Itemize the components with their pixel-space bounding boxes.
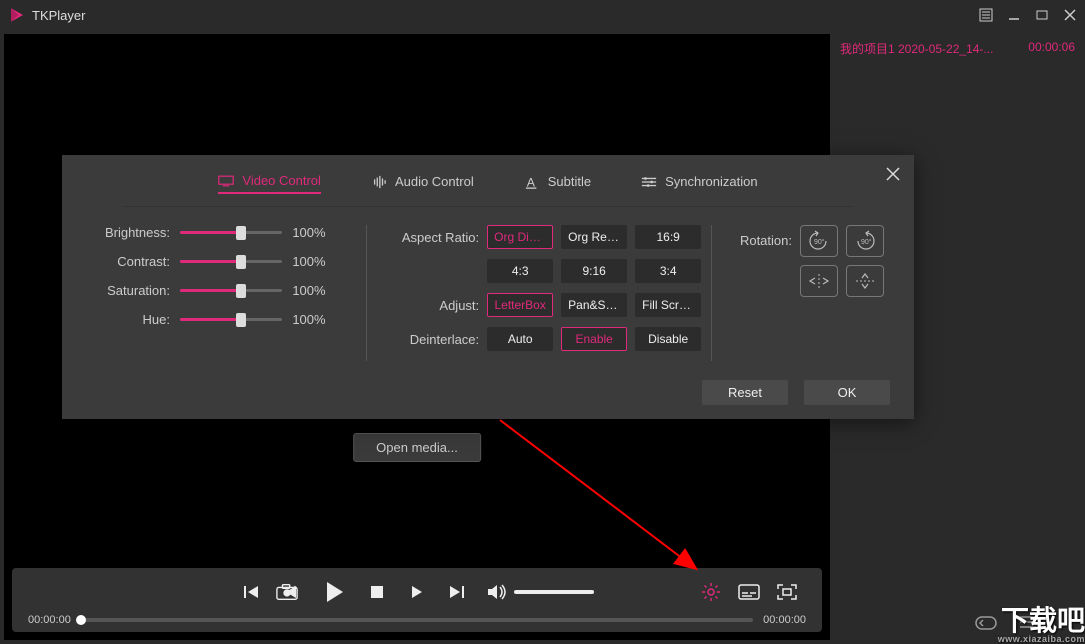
tab-synchronization[interactable]: Synchronization xyxy=(641,169,758,194)
playlist-item[interactable]: 我的项目1 2020-05-22_14-... 00:00:06 xyxy=(830,34,1085,63)
deinterlace-auto[interactable]: Auto xyxy=(487,327,553,351)
aspect-4-3[interactable]: 4:3 xyxy=(487,259,553,283)
aspect-9-16[interactable]: 9:16 xyxy=(561,259,627,283)
fullscreen-button[interactable] xyxy=(776,581,798,603)
watermark: 下载吧 www.xiazaiba.com xyxy=(998,607,1085,644)
adjust-panscan[interactable]: Pan&Scan xyxy=(561,293,627,317)
sliders-column: Brightness: 100% Contrast: 100% Saturati… xyxy=(92,225,356,361)
saturation-slider[interactable]: Saturation: 100% xyxy=(92,283,336,298)
subtitle-a-icon: A xyxy=(524,175,540,189)
app-logo: TKPlayer xyxy=(8,6,85,24)
monitor-icon xyxy=(218,174,234,188)
loop-mode-button[interactable] xyxy=(973,614,999,634)
svg-text:90°: 90° xyxy=(861,238,872,246)
rotate-ccw-button[interactable]: 90° xyxy=(800,225,838,257)
tab-video-control[interactable]: Video Control xyxy=(218,169,321,194)
contrast-slider[interactable]: Contrast: 100% xyxy=(92,254,336,269)
progress-bar[interactable] xyxy=(81,618,753,622)
deinterlace-label: Deinterlace: xyxy=(387,332,479,347)
reset-button[interactable]: Reset xyxy=(702,380,788,405)
dialog-close-button[interactable] xyxy=(886,167,900,186)
svg-text:90°: 90° xyxy=(814,238,825,246)
aspect-16-9[interactable]: 16:9 xyxy=(635,225,701,249)
playlist-item-name: 我的项目1 2020-05-22_14-... xyxy=(840,40,993,57)
controls-bar: 00:00:00 00:00:00 xyxy=(12,568,822,632)
adjust-fillscreen[interactable]: Fill Screen xyxy=(635,293,701,317)
adjust-letterbox[interactable]: LetterBox xyxy=(487,293,553,317)
open-media-button[interactable]: Open media... xyxy=(353,433,481,462)
rotation-column: Rotation: 90° 90° xyxy=(722,225,884,361)
tab-audio-control[interactable]: Audio Control xyxy=(371,169,474,194)
app-logo-icon xyxy=(8,6,26,24)
total-time: 00:00:00 xyxy=(763,614,806,626)
titlebar: TKPlayer xyxy=(0,0,1085,30)
volume-button[interactable] xyxy=(486,581,508,603)
flip-vertical-button[interactable] xyxy=(846,265,884,297)
hue-slider[interactable]: Hue: 100% xyxy=(92,312,336,327)
aspect-org-display[interactable]: Org Display xyxy=(487,225,553,249)
options-column: Aspect Ratio: Org Display Org Res... 16:… xyxy=(377,225,701,361)
video-control-dialog: Video Control Audio Control A Subtitle S… xyxy=(62,155,914,419)
subtitle-button[interactable] xyxy=(738,581,760,603)
current-time: 00:00:00 xyxy=(28,614,71,626)
aspect-ratio-label: Aspect Ratio: xyxy=(387,230,479,245)
brightness-slider[interactable]: Brightness: 100% xyxy=(92,225,336,240)
ok-button[interactable]: OK xyxy=(804,380,890,405)
next-track-button[interactable] xyxy=(446,581,468,603)
prev-track-button[interactable] xyxy=(240,581,262,603)
aspect-3-4[interactable]: 3:4 xyxy=(635,259,701,283)
stop-button[interactable] xyxy=(366,581,388,603)
play-button[interactable] xyxy=(320,578,348,606)
minimize-button[interactable] xyxy=(1007,8,1021,22)
rotation-label: Rotation: xyxy=(732,225,792,248)
deinterlace-enable[interactable]: Enable xyxy=(561,327,627,351)
settings-button[interactable] xyxy=(700,581,722,603)
snapshot-button[interactable] xyxy=(276,581,298,603)
playlist-item-duration: 00:00:06 xyxy=(1028,40,1075,57)
svg-text:A: A xyxy=(526,175,535,189)
sync-icon xyxy=(641,175,657,189)
tab-subtitle[interactable]: A Subtitle xyxy=(524,169,591,194)
adjust-label: Adjust: xyxy=(387,298,479,313)
app-title: TKPlayer xyxy=(32,8,85,23)
maximize-button[interactable] xyxy=(1035,8,1049,22)
close-button[interactable] xyxy=(1063,8,1077,22)
deinterlace-disable[interactable]: Disable xyxy=(635,327,701,351)
flip-horizontal-button[interactable] xyxy=(800,265,838,297)
menu-button[interactable] xyxy=(979,8,993,22)
rotate-cw-button[interactable]: 90° xyxy=(846,225,884,257)
audio-icon xyxy=(371,175,387,189)
step-forward-button[interactable] xyxy=(406,581,428,603)
volume-slider[interactable] xyxy=(514,590,594,594)
aspect-org-res[interactable]: Org Res... xyxy=(561,225,627,249)
